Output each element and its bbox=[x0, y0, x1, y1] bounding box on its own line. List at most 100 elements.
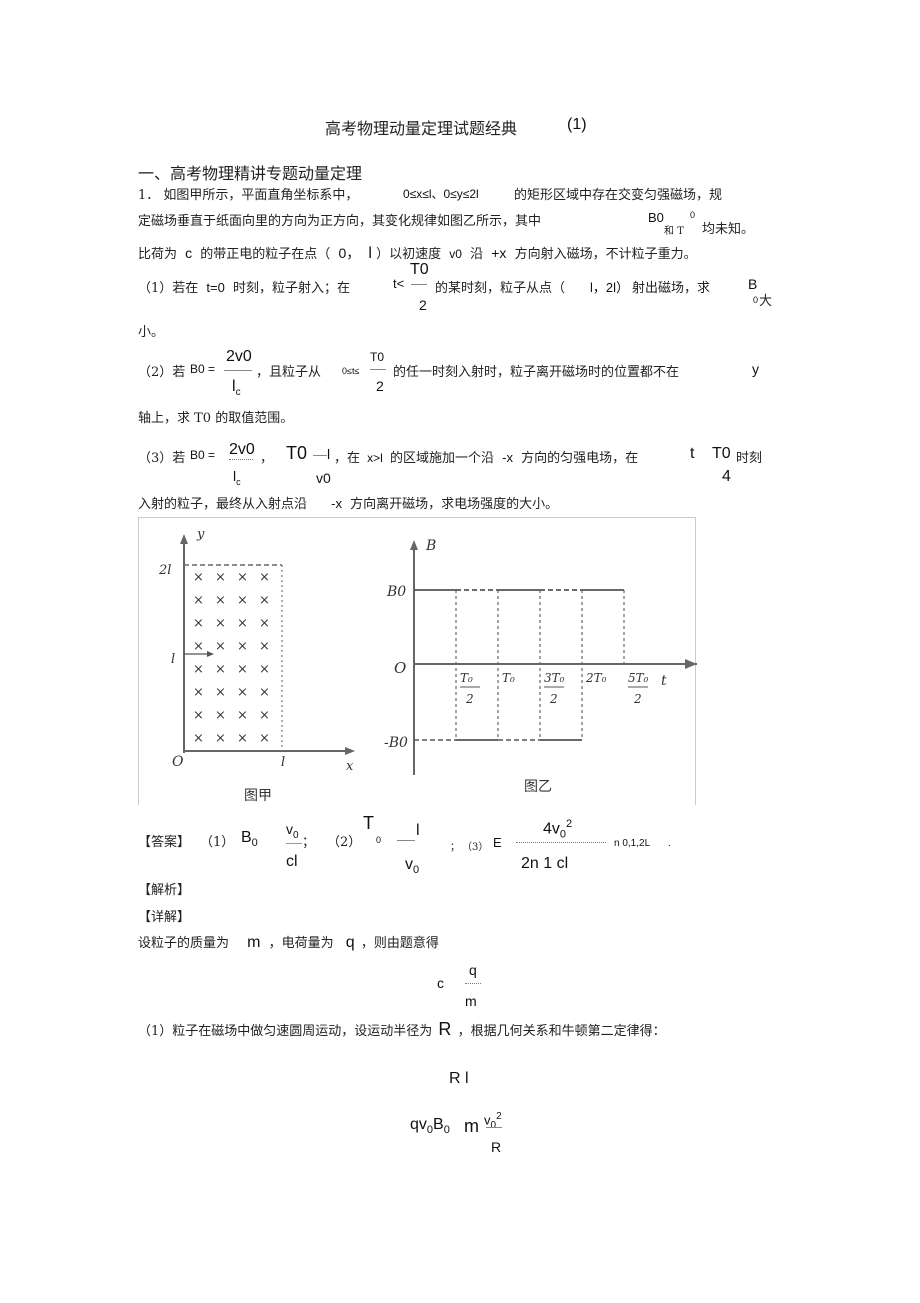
problem-line-3: 比荷为 c 的带正电的粒子在点（ 0， l ）以初速度 v0 沿 +x 方向射入… bbox=[138, 243, 697, 263]
figures-svg: × × × ×× × × ×× × × ×× × × ×× × × ×× × × ×× × × ×× × × × y 2l l … bbox=[158, 527, 704, 804]
answer-3-numerator: 4v02 bbox=[543, 818, 573, 841]
q3-four: 4 bbox=[722, 468, 731, 485]
answer-2-bar bbox=[397, 840, 415, 841]
text-segment: 的区域施加一个沿 bbox=[389, 451, 494, 466]
q1-fraction-numerator: T0 bbox=[410, 261, 429, 278]
q2-fraction-denominator: lc bbox=[232, 378, 241, 399]
charge-ratio-symbol: c bbox=[185, 245, 193, 261]
q3-b0-eq: B0 = bbox=[190, 448, 216, 462]
fig-a-y-label: y bbox=[196, 527, 205, 542]
text-segment: 方向射入磁场，不计粒子重力。 bbox=[514, 247, 697, 262]
answer-part-2-label: （2） bbox=[327, 835, 362, 850]
field-into-page-mark: × bbox=[215, 593, 226, 608]
fig-a-x-tick-l: l bbox=[281, 755, 285, 770]
answer-n-range: n 0,1,2L bbox=[614, 838, 651, 849]
field-into-page-mark: × bbox=[193, 639, 204, 654]
field-into-page-mark: × bbox=[193, 662, 204, 677]
point-coordinate: 0， bbox=[338, 245, 361, 261]
fig-b-tick-1-den: 2 bbox=[465, 692, 474, 706]
problem-line-1: 1． 如图甲所示，平面直角坐标系中， bbox=[138, 184, 358, 203]
q1-text-2: 射出磁场，求 bbox=[632, 281, 711, 296]
answer-semicolon: ； bbox=[302, 835, 316, 850]
neg-x-direction: -x bbox=[331, 496, 342, 511]
t-sub-zero: 0 bbox=[690, 210, 696, 220]
q3-comma: ， bbox=[260, 451, 274, 466]
field-into-page-mark: × bbox=[193, 616, 204, 631]
q2-t-bar bbox=[370, 369, 386, 370]
text-segment: 方向离开磁场，求电场强度的大小。 bbox=[350, 497, 559, 512]
answer-t: T bbox=[363, 813, 374, 833]
fig-a-tick-2l: 2l bbox=[158, 563, 171, 578]
text-segment: 的带正电的粒子在点（ bbox=[200, 247, 331, 262]
eq1-lhs: c bbox=[437, 975, 444, 991]
answer-1-bar bbox=[286, 843, 302, 844]
fig-b-caption: 图乙 bbox=[524, 779, 552, 795]
fig-a-x-label: x bbox=[346, 759, 354, 774]
eq3-lhs: qv0B0 bbox=[410, 1116, 450, 1137]
field-into-page-mark: × bbox=[193, 685, 204, 700]
field-into-page-mark: × bbox=[237, 570, 248, 585]
initial-velocity-symbol: v0 bbox=[449, 247, 462, 261]
answer-3-denominator: 2n 1 cl bbox=[521, 855, 569, 872]
q1-fraction-denominator: 2 bbox=[419, 297, 427, 313]
fig-b-t-arrow bbox=[685, 659, 697, 669]
fig-b-y-label: B bbox=[425, 538, 436, 554]
eq1-numerator: q bbox=[469, 962, 477, 978]
field-into-page-mark: × bbox=[259, 616, 270, 631]
figure-b: B B0 O -B0 t T₀2T₀ 3T₀22T₀ 5T₀2 图乙 bbox=[384, 538, 704, 795]
mass-symbol: m bbox=[247, 934, 261, 951]
text-segment: ，则由题意得 bbox=[360, 936, 439, 951]
q1-text: 的某时刻，粒子从点（ bbox=[435, 281, 566, 296]
text-segment: 比荷为 bbox=[138, 247, 178, 262]
text-segment: 方向的匀强电场，在 bbox=[521, 451, 639, 466]
q2-b0-eq: B0 = bbox=[190, 362, 216, 376]
detail-tag: 【详解】 bbox=[138, 910, 191, 925]
q3-line-2: 入射的粒子，最终从入射点沿 -x 方向离开磁场，求电场强度的大小。 bbox=[138, 493, 558, 512]
text-segment: 入射的粒子，最终从入射点沿 bbox=[138, 497, 308, 512]
q3-fraction-bar bbox=[229, 459, 253, 460]
radius-symbol: R bbox=[438, 1019, 452, 1039]
eq1-bar bbox=[465, 983, 481, 984]
answer-semicolon-2: ； bbox=[450, 842, 460, 853]
q1-da: 大 bbox=[759, 294, 773, 309]
fig-b-origin: O bbox=[394, 659, 406, 677]
eq3-bar bbox=[486, 1127, 502, 1128]
b0-symbol: B0 bbox=[648, 210, 664, 225]
field-into-page-mark: × bbox=[215, 639, 226, 654]
answer-tag: 【答案】 bbox=[138, 835, 191, 850]
fig-b-tick-3-num: 3T₀ bbox=[544, 671, 565, 685]
text-segment: ，在 bbox=[334, 451, 361, 466]
fig-b-t-label: t bbox=[661, 673, 667, 689]
field-into-page-mark: × bbox=[193, 593, 204, 608]
fig-b-tick-1-num: T₀ bbox=[460, 671, 473, 685]
analysis-line-2: （1）粒子在磁场中做匀速圆周运动，设运动半径为 R ，根据几何关系和牛顿第二定律… bbox=[138, 1019, 666, 1040]
answer-2-numerator: l bbox=[416, 822, 420, 839]
eq1-denominator: m bbox=[465, 993, 477, 1009]
unknown-label: 均未知。 bbox=[702, 222, 755, 237]
document-title-suffix: (1) bbox=[567, 116, 587, 133]
answer-3-bar bbox=[516, 842, 606, 843]
section-heading: 一、高考物理精讲专题动量定理 bbox=[138, 164, 363, 183]
eq3-m: m bbox=[464, 1116, 479, 1136]
q1-fraction-bar bbox=[411, 284, 427, 285]
fig-a-x-arrow bbox=[345, 747, 355, 755]
fig-a-velocity-arrowhead bbox=[207, 651, 214, 657]
q2-label: （2）若 bbox=[138, 365, 186, 380]
answer-e: E bbox=[493, 835, 502, 850]
field-into-page-mark: × bbox=[237, 731, 248, 746]
and-t-label: 和 T bbox=[664, 226, 684, 237]
q3-t-denominator: v0 bbox=[316, 470, 331, 486]
q1-label: （1）若在 bbox=[138, 281, 199, 296]
field-into-page-mark: × bbox=[215, 570, 226, 585]
document-title: 高考物理动量定理试题经典 bbox=[325, 119, 518, 138]
text-segment: ，电荷量为 bbox=[268, 936, 334, 951]
field-into-page-mark: × bbox=[215, 662, 226, 677]
q2-t-numerator: T0 bbox=[370, 350, 385, 364]
text-segment: ，根据几何关系和牛顿第二定律得： bbox=[457, 1024, 666, 1039]
q3-t: t bbox=[690, 445, 695, 462]
q2-fraction-bar bbox=[224, 370, 252, 371]
problem-line-1-suffix: 的矩形区域中存在交变匀强磁场，规 bbox=[514, 188, 723, 203]
field-into-page-mark: × bbox=[259, 593, 270, 608]
fig-b-y-arrow bbox=[410, 540, 418, 550]
q2-range: 0≤t≤ bbox=[342, 366, 360, 376]
